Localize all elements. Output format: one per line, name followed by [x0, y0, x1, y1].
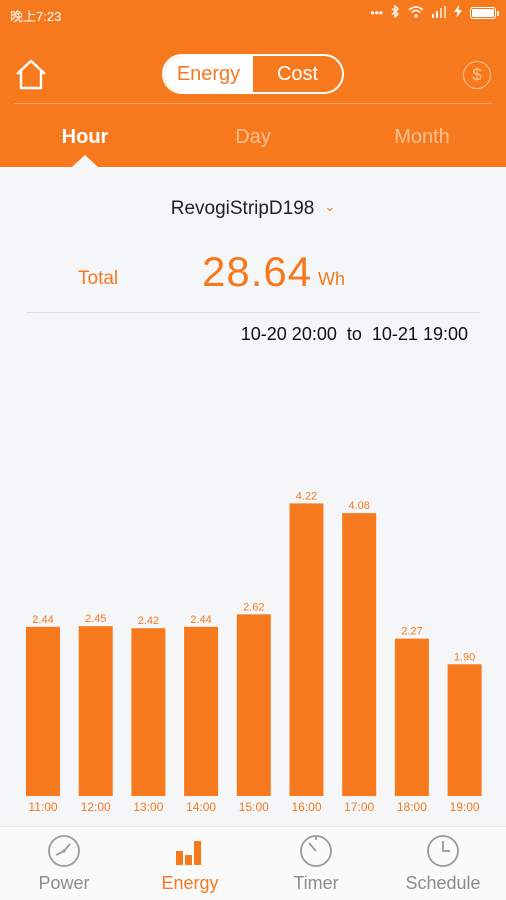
chart-bar[interactable] — [184, 626, 219, 796]
x-tick-label: 14:00 — [186, 800, 216, 814]
bottom-nav: Power Energy Timer Schedule — [0, 826, 506, 900]
range-to-word: to — [346, 324, 362, 344]
currency-button[interactable]: $ — [463, 61, 491, 89]
chart-bar[interactable] — [78, 626, 113, 796]
chart-bar[interactable] — [447, 664, 482, 796]
tab-hour[interactable]: Hour — [62, 126, 109, 149]
x-tick-label: 16:00 — [291, 800, 321, 814]
header-divider — [14, 103, 492, 104]
chevron-down-icon: ⌄ — [324, 199, 336, 214]
clock-icon — [427, 835, 459, 867]
bar-value-label: 4.08 — [348, 500, 369, 512]
bar-value-label: 2.62 — [243, 601, 264, 613]
x-tick-label: 12:00 — [81, 800, 111, 814]
bar-value-label: 2.44 — [32, 614, 53, 626]
battery-icon — [470, 7, 499, 19]
nav-item-energy[interactable]: Energy — [140, 833, 240, 894]
wifi-icon — [408, 5, 424, 21]
chart-bar[interactable] — [236, 614, 271, 796]
chart-bar[interactable] — [289, 503, 324, 796]
bluetooth-icon — [391, 4, 400, 21]
chart-bar[interactable] — [131, 628, 166, 796]
nav-item-schedule[interactable]: Schedule — [393, 833, 493, 894]
more-dots-icon: ••• — [370, 6, 383, 20]
status-time: 晚上7:23 — [10, 9, 62, 24]
status-bar: 晚上7:23 ••• — [0, 0, 506, 26]
cost-toggle-option[interactable]: Cost — [253, 56, 342, 92]
timer-icon — [300, 835, 332, 867]
active-tab-indicator — [72, 155, 98, 167]
chart-bar[interactable] — [26, 626, 60, 796]
tab-day[interactable]: Day — [235, 126, 271, 149]
summary-divider — [26, 312, 480, 313]
device-selector[interactable]: RevogiStripD198 ⌄ — [0, 198, 506, 220]
charging-icon — [454, 5, 462, 21]
gauge-icon — [48, 835, 80, 867]
nav-label-power: Power — [38, 873, 90, 893]
bar-value-label: 2.27 — [401, 626, 422, 638]
bar-chart-icon — [176, 841, 201, 865]
dollar-icon: $ — [472, 65, 482, 84]
bar-value-label: 2.42 — [138, 615, 159, 627]
x-tick-label: 13:00 — [133, 800, 163, 814]
x-tick-label: 15:00 — [239, 800, 269, 814]
energy-cost-toggle[interactable]: Energy Cost — [162, 54, 344, 94]
bar-value-label: 2.44 — [190, 614, 211, 626]
device-name: RevogiStripD198 — [170, 198, 315, 219]
nav-label-schedule: Schedule — [405, 873, 481, 893]
nav-item-power[interactable]: Power — [14, 833, 114, 894]
date-range: 10-20 20:00 to 10-21 19:00 — [241, 324, 468, 345]
home-button[interactable] — [14, 58, 48, 92]
home-icon — [16, 59, 46, 90]
x-tick-label: 11:00 — [28, 800, 57, 814]
total-value: 28.64 — [202, 248, 313, 295]
chart-bar[interactable] — [394, 638, 429, 796]
nav-label-energy: Energy — [161, 873, 219, 893]
x-tick-label: 17:00 — [344, 800, 374, 814]
nav-item-timer[interactable]: Timer — [266, 833, 366, 894]
x-tick-label: 18:00 — [397, 800, 427, 814]
total-unit: Wh — [318, 269, 345, 289]
range-to: 10-21 19:00 — [371, 324, 468, 344]
hourly-energy-bar-chart: 2.44 11:00 2.45 12:00 2.42 13:00 2.44 14:00 2.62… — [26, 490, 482, 814]
signal-icon — [432, 5, 446, 21]
x-tick-label: 19:00 — [450, 800, 480, 814]
status-icons: ••• — [370, 4, 499, 21]
bar-value-label: 4.22 — [296, 490, 317, 502]
range-from: 10-20 20:00 — [240, 324, 337, 344]
chart-bar[interactable] — [342, 513, 377, 796]
bar-value-label: 1.90 — [454, 651, 475, 663]
bar-value-label: 2.45 — [85, 613, 106, 625]
total-label: Total — [78, 268, 119, 289]
nav-label-timer: Timer — [293, 873, 339, 893]
app-header: 晚上7:23 ••• Energy Cost $ Hour Day Month — [0, 0, 506, 167]
tab-month[interactable]: Month — [394, 126, 450, 149]
energy-toggle-option[interactable]: Energy — [164, 56, 253, 92]
